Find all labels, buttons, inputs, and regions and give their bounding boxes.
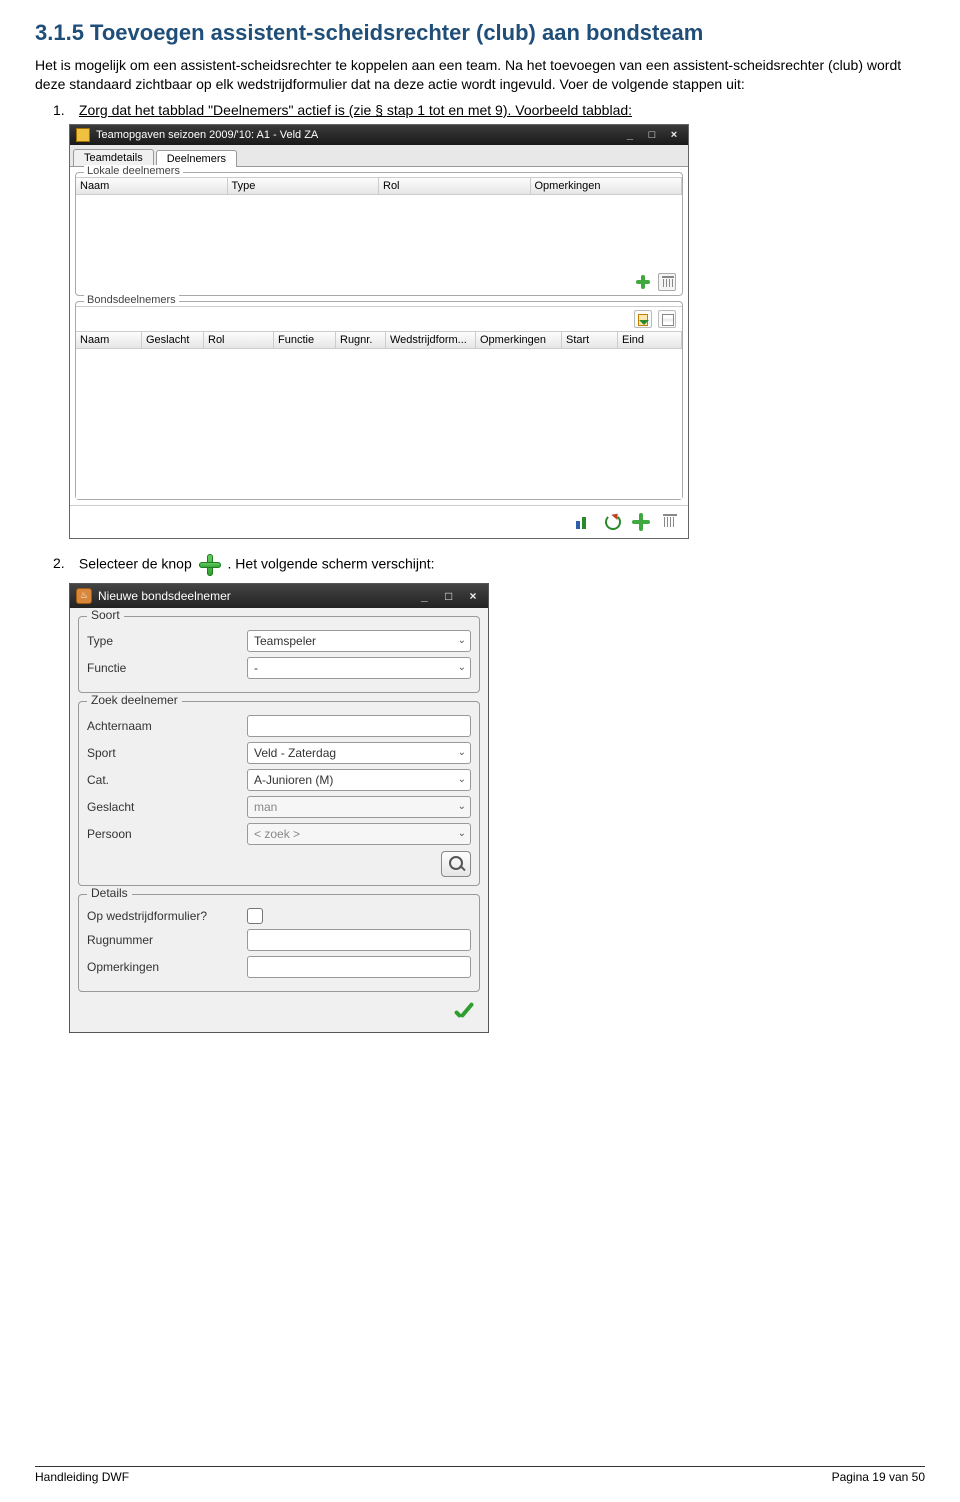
step-2: 2. Selecteer de knop . Het volgende sche… bbox=[53, 553, 925, 577]
dialog-close[interactable]: × bbox=[464, 589, 482, 603]
step-2-text-b: . Het volgende scherm verschijnt: bbox=[228, 555, 435, 571]
zoek-deelnemer-group: Zoek deelnemer Achternaam Sport Veld - Z… bbox=[78, 701, 480, 886]
footer-right: Pagina 19 van 50 bbox=[832, 1470, 925, 1484]
chevron-down-icon: ⌄ bbox=[458, 662, 466, 673]
chevron-down-icon: ⌄ bbox=[458, 774, 466, 785]
col-b-functie[interactable]: Functie bbox=[274, 332, 336, 348]
dialog-minimize[interactable]: _ bbox=[415, 589, 433, 603]
rugnr-label: Rugnummer bbox=[87, 933, 247, 947]
add-lokale-button[interactable] bbox=[634, 273, 652, 291]
lokale-legend: Lokale deelnemers bbox=[84, 165, 183, 177]
col-rol[interactable]: Rol bbox=[379, 178, 531, 194]
cat-value: A-Junioren (M) bbox=[254, 773, 333, 787]
persoon-value: < zoek > bbox=[254, 827, 300, 841]
bondsdeelnemers-group: Bondsdeelnemers Naam Geslacht Rol Functi… bbox=[75, 301, 683, 500]
chevron-down-icon: ⌄ bbox=[458, 801, 466, 812]
dialog-titlebar: ♨ Nieuwe bondsdeelnemer _ □ × bbox=[70, 584, 488, 608]
col-b-naam[interactable]: Naam bbox=[76, 332, 142, 348]
nieuwe-bondsdeelnemer-dialog: ♨ Nieuwe bondsdeelnemer _ □ × Soort Type… bbox=[69, 583, 489, 1033]
col-b-geslacht[interactable]: Geslacht bbox=[142, 332, 204, 348]
refresh-icon[interactable] bbox=[602, 511, 622, 531]
chart-icon[interactable] bbox=[574, 511, 594, 531]
geslacht-select[interactable]: man ⌄ bbox=[247, 796, 471, 818]
tab-teamdetails[interactable]: Teamdetails bbox=[73, 149, 154, 166]
type-value: Teamspeler bbox=[254, 634, 316, 648]
type-label: Type bbox=[87, 634, 247, 648]
opm-input[interactable] bbox=[247, 956, 471, 978]
maximize-button[interactable]: □ bbox=[644, 129, 660, 141]
close-button[interactable]: × bbox=[666, 129, 682, 141]
lokale-table-header: Naam Type Rol Opmerkingen bbox=[76, 177, 682, 195]
geslacht-label: Geslacht bbox=[87, 800, 247, 814]
sport-label: Sport bbox=[87, 746, 247, 760]
delete-lokale-button[interactable] bbox=[658, 273, 676, 291]
details-legend: Details bbox=[87, 886, 132, 900]
col-b-wedform[interactable]: Wedstrijdform... bbox=[386, 332, 476, 348]
bonds-table-header: Naam Geslacht Rol Functie Rugnr. Wedstri… bbox=[76, 331, 682, 349]
col-b-start[interactable]: Start bbox=[562, 332, 618, 348]
chevron-down-icon: ⌄ bbox=[458, 828, 466, 839]
app-icon bbox=[76, 128, 90, 142]
export-icon[interactable] bbox=[634, 310, 652, 328]
sheet-icon[interactable] bbox=[658, 310, 676, 328]
zoek-legend: Zoek deelnemer bbox=[87, 693, 182, 707]
section-heading: 3.1.5 Toevoegen assistent-scheidsrechter… bbox=[35, 20, 925, 46]
page-footer: Handleiding DWF Pagina 19 van 50 bbox=[35, 1466, 925, 1484]
col-b-opm[interactable]: Opmerkingen bbox=[476, 332, 562, 348]
soort-legend: Soort bbox=[87, 608, 124, 622]
step-2-text-a: Selecteer de knop bbox=[79, 555, 196, 571]
chevron-down-icon: ⌄ bbox=[458, 635, 466, 646]
confirm-button[interactable] bbox=[452, 1002, 478, 1024]
col-type[interactable]: Type bbox=[228, 178, 380, 194]
cat-label: Cat. bbox=[87, 773, 247, 787]
step-1-text-a: Zorg dat het tabblad "Deelnemers" actief… bbox=[79, 102, 383, 118]
opwed-label: Op wedstrijdformulier? bbox=[87, 909, 247, 923]
functie-select[interactable]: - ⌄ bbox=[247, 657, 471, 679]
opm-label: Opmerkingen bbox=[87, 960, 247, 974]
dialog-title: Nieuwe bondsdeelnemer bbox=[98, 589, 412, 603]
sport-select[interactable]: Veld - Zaterdag ⌄ bbox=[247, 742, 471, 764]
window-titlebar: Teamopgaven seizoen 2009/'10: A1 - Veld … bbox=[70, 125, 688, 145]
persoon-label: Persoon bbox=[87, 827, 247, 841]
intro-paragraph: Het is mogelijk om een assistent-scheids… bbox=[35, 56, 925, 94]
step-1-text-b: stap 1 tot en met 9). Voorbeeld tabblad: bbox=[387, 102, 632, 118]
minimize-button[interactable]: _ bbox=[622, 129, 638, 141]
col-naam[interactable]: Naam bbox=[76, 178, 228, 194]
achternaam-label: Achternaam bbox=[87, 719, 247, 733]
window-footer-toolbar bbox=[70, 505, 688, 538]
rugnr-input[interactable] bbox=[247, 929, 471, 951]
type-select[interactable]: Teamspeler ⌄ bbox=[247, 630, 471, 652]
geslacht-value: man bbox=[254, 800, 277, 814]
cat-select[interactable]: A-Junioren (M) ⌄ bbox=[247, 769, 471, 791]
opwed-checkbox[interactable] bbox=[247, 908, 263, 924]
col-opm[interactable]: Opmerkingen bbox=[531, 178, 683, 194]
window-title: Teamopgaven seizoen 2009/'10: A1 - Veld … bbox=[96, 129, 619, 141]
dialog-maximize[interactable]: □ bbox=[440, 589, 458, 603]
achternaam-input[interactable] bbox=[247, 715, 471, 737]
col-b-rol[interactable]: Rol bbox=[204, 332, 274, 348]
functie-label: Functie bbox=[87, 661, 247, 675]
sport-value: Veld - Zaterdag bbox=[254, 746, 336, 760]
add-bonds-button[interactable] bbox=[630, 511, 652, 533]
search-button[interactable] bbox=[441, 851, 471, 877]
step-1: 1. Zorg dat het tabblad "Deelnemers" act… bbox=[53, 102, 925, 118]
teamopgaven-window: Teamopgaven seizoen 2009/'10: A1 - Veld … bbox=[69, 124, 689, 539]
chevron-down-icon: ⌄ bbox=[458, 747, 466, 758]
plus-icon bbox=[198, 553, 222, 577]
bonds-legend: Bondsdeelnemers bbox=[84, 294, 179, 306]
soort-group: Soort Type Teamspeler ⌄ Functie - ⌄ bbox=[78, 616, 480, 693]
persoon-select[interactable]: < zoek > ⌄ bbox=[247, 823, 471, 845]
java-icon: ♨ bbox=[76, 588, 92, 604]
functie-value: - bbox=[254, 661, 258, 675]
col-b-eind[interactable]: Eind bbox=[618, 332, 682, 348]
tabs: Teamdetails Deelnemers bbox=[70, 145, 688, 167]
details-group: Details Op wedstrijdformulier? Rugnummer… bbox=[78, 894, 480, 992]
delete-bonds-button[interactable] bbox=[660, 511, 680, 531]
col-b-rugnr[interactable]: Rugnr. bbox=[336, 332, 386, 348]
footer-left: Handleiding DWF bbox=[35, 1470, 129, 1484]
lokale-deelnemers-group: Lokale deelnemers Naam Type Rol Opmerkin… bbox=[75, 172, 683, 296]
